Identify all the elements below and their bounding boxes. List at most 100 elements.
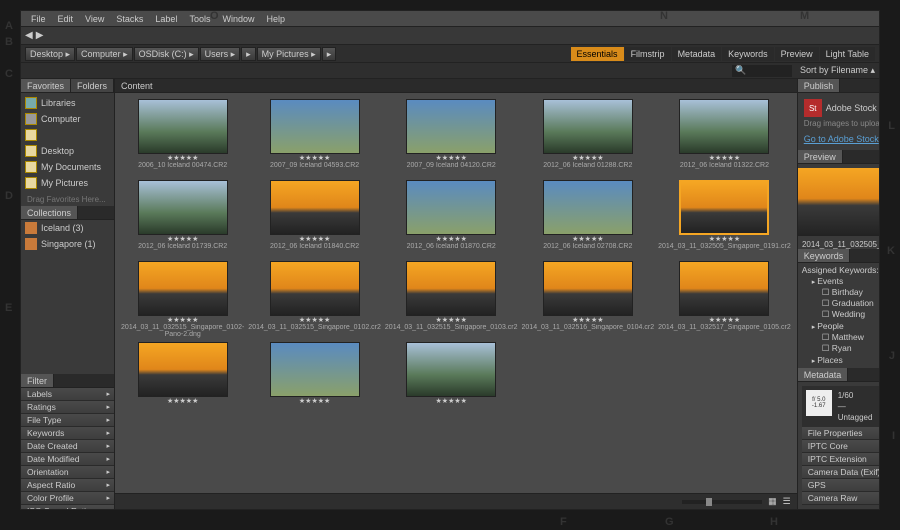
thumbnail[interactable]: ★★★★★2012_06 Iceland 01840.CR2: [248, 180, 381, 257]
keyword-item[interactable]: Ryan: [802, 343, 879, 354]
thumbnail-zoom-slider[interactable]: [682, 500, 762, 504]
metadata-section[interactable]: IPTC Extension: [802, 453, 879, 466]
list-view-button[interactable]: ☰: [783, 496, 791, 507]
thumbnail[interactable]: ★★★★★2007_09 Iceland 04593.CR2: [248, 99, 381, 176]
tab-preview[interactable]: Preview: [798, 150, 843, 163]
tab-publish[interactable]: Publish: [798, 79, 841, 92]
thumbnail[interactable]: ★★★★★: [121, 342, 244, 419]
metadata-section[interactable]: Camera Raw: [802, 492, 879, 505]
thumbnail[interactable]: ★★★★★2014_03_11_032515_Singapore_0102-Pa…: [121, 261, 244, 338]
filter-group[interactable]: Aspect Ratio: [21, 479, 114, 492]
collection-item[interactable]: Iceland (3): [21, 220, 114, 236]
tab-collections[interactable]: Collections: [21, 206, 78, 219]
rating-stars[interactable]: ★★★★★: [572, 154, 603, 162]
back-button[interactable]: ◀: [25, 30, 33, 41]
keyword-group[interactable]: Events: [802, 275, 879, 287]
workspace-tab-metadata[interactable]: Metadata: [672, 47, 722, 61]
rating-stars[interactable]: ★★★★★: [709, 154, 740, 162]
thumbnail[interactable]: ★★★★★2006_10 Iceland 00474.CR2: [121, 99, 244, 176]
forward-button[interactable]: ▶: [36, 30, 44, 41]
metadata-section[interactable]: Camera Data (Exif): [802, 466, 879, 479]
workspace-tab-essentials[interactable]: Essentials: [571, 47, 624, 61]
tab-folders[interactable]: Folders: [71, 79, 114, 92]
breadcrumb-item[interactable]: Computer ▸: [76, 47, 133, 61]
thumbnail[interactable]: ★★★★★2012_06 Iceland 01870.CR2: [385, 180, 518, 257]
thumbnail[interactable]: ★★★★★2012_06 Iceland 02708.CR2: [522, 180, 655, 257]
rating-stars[interactable]: ★★★★★: [167, 154, 198, 162]
menu-window[interactable]: Window: [216, 14, 260, 24]
rating-stars[interactable]: ★★★★★: [299, 316, 330, 324]
breadcrumb-item[interactable]: OSDisk (C:) ▸: [134, 47, 199, 61]
tab-keywords[interactable]: Keywords: [798, 249, 851, 262]
rating-stars[interactable]: ★★★★★: [572, 316, 603, 324]
filter-group[interactable]: Ratings: [21, 401, 114, 414]
thumbnail[interactable]: ★★★★★2012_06 Iceland 01739.CR2: [121, 180, 244, 257]
tab-favorites[interactable]: Favorites: [21, 79, 71, 92]
thumbnail[interactable]: ★★★★★2007_09 Iceland 04120.CR2: [385, 99, 518, 176]
metadata-section[interactable]: IPTC Core: [802, 440, 879, 453]
filter-group[interactable]: Keywords: [21, 427, 114, 440]
rating-stars[interactable]: ★★★★★: [709, 316, 740, 324]
rating-stars[interactable]: ★★★★★: [167, 235, 198, 243]
thumbnail[interactable]: ★★★★★2012_06 Iceland 01322.CR2: [658, 99, 791, 176]
keyword-item[interactable]: Graduation: [802, 298, 879, 309]
keyword-group[interactable]: People: [802, 320, 879, 332]
tree-item[interactable]: Libraries: [21, 95, 114, 111]
tree-item[interactable]: [21, 127, 114, 143]
search-input[interactable]: 🔍: [732, 65, 792, 77]
adobe-stock-link[interactable]: Go to Adobe Stock: [804, 134, 879, 144]
rating-stars[interactable]: ★★★★★: [299, 397, 330, 405]
filter-group[interactable]: Date Modified: [21, 453, 114, 466]
workspace-tab-keywords[interactable]: Keywords: [722, 47, 774, 61]
filter-group[interactable]: ISO Speed Ratings: [21, 505, 114, 510]
sort-menu[interactable]: Sort by Filename ▴: [800, 65, 875, 76]
keyword-item[interactable]: Birthday: [802, 287, 879, 298]
thumbnail[interactable]: ★★★★★2014_03_11_032505_Singapore_0191.cr…: [658, 180, 791, 257]
breadcrumb-item[interactable]: ▸: [241, 47, 256, 61]
tree-item[interactable]: My Pictures: [21, 175, 114, 191]
rating-stars[interactable]: ★★★★★: [436, 235, 467, 243]
keyword-group[interactable]: Places: [802, 354, 879, 366]
tab-filter[interactable]: Filter: [21, 374, 54, 387]
tree-item[interactable]: My Documents: [21, 159, 114, 175]
keyword-item[interactable]: Matthew: [802, 332, 879, 343]
thumbnail[interactable]: ★★★★★2014_03_11_032516_Singapore_0104.cr…: [522, 261, 655, 338]
menu-edit[interactable]: Edit: [52, 14, 80, 24]
thumbnail[interactable]: ★★★★★: [385, 342, 518, 419]
thumbnail[interactable]: ★★★★★2014_03_11_032515_Singapore_0102.cr…: [248, 261, 381, 338]
rating-stars[interactable]: ★★★★★: [299, 235, 330, 243]
thumbnail[interactable]: ★★★★★2012_06 Iceland 01288.CR2: [522, 99, 655, 176]
keyword-item[interactable]: Wedding: [802, 309, 879, 320]
workspace-tab-preview[interactable]: Preview: [775, 47, 819, 61]
rating-stars[interactable]: ★★★★★: [436, 397, 467, 405]
thumbnail[interactable]: ★★★★★2014_03_11_032517_Singapore_0105.cr…: [658, 261, 791, 338]
filter-group[interactable]: Labels: [21, 388, 114, 401]
metadata-section[interactable]: GPS: [802, 479, 879, 492]
rating-stars[interactable]: ★★★★★: [167, 316, 198, 324]
metadata-section[interactable]: File Properties: [802, 427, 879, 440]
workspace-tab-light table[interactable]: Light Table: [820, 47, 875, 61]
thumbnail[interactable]: ★★★★★2014_03_11_032515_Singapore_0103.cr…: [385, 261, 518, 338]
workspace-tab-filmstrip[interactable]: Filmstrip: [625, 47, 671, 61]
tab-metadata[interactable]: Metadata: [798, 368, 849, 381]
tree-item[interactable]: Computer: [21, 111, 114, 127]
tree-item[interactable]: Desktop: [21, 143, 114, 159]
filter-group[interactable]: Color Profile: [21, 492, 114, 505]
filter-group[interactable]: Orientation: [21, 466, 114, 479]
collection-item[interactable]: Singapore (1): [21, 236, 114, 252]
grid-view-button[interactable]: ▦: [768, 496, 777, 507]
filter-group[interactable]: File Type: [21, 414, 114, 427]
menu-stacks[interactable]: Stacks: [110, 14, 149, 24]
rating-stars[interactable]: ★★★★★: [436, 154, 467, 162]
rating-stars[interactable]: ★★★★★: [299, 154, 330, 162]
thumbnail[interactable]: ★★★★★: [248, 342, 381, 419]
breadcrumb-item[interactable]: Desktop ▸: [25, 47, 75, 61]
rating-stars[interactable]: ★★★★★: [436, 316, 467, 324]
breadcrumb-item[interactable]: ▸: [322, 47, 337, 61]
breadcrumb-item[interactable]: My Pictures ▸: [257, 47, 321, 61]
rating-stars[interactable]: ★★★★★: [709, 235, 740, 243]
menu-file[interactable]: File: [25, 14, 52, 24]
rating-stars[interactable]: ★★★★★: [572, 235, 603, 243]
menu-view[interactable]: View: [79, 14, 110, 24]
breadcrumb-item[interactable]: Users ▸: [200, 47, 241, 61]
